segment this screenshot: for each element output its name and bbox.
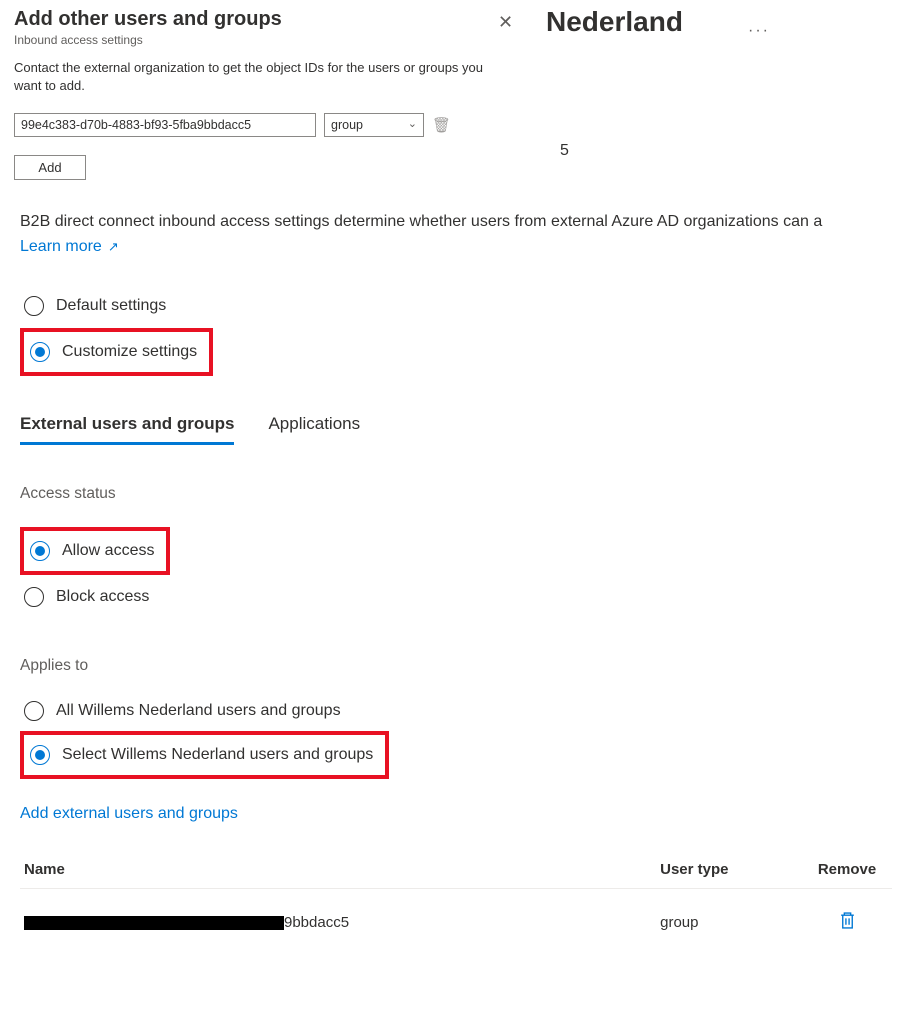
default-settings-option[interactable]: Default settings	[20, 290, 892, 322]
intro-text: B2B direct connect inbound access settin…	[20, 210, 892, 233]
radio-icon	[30, 541, 50, 561]
customize-settings-label: Customize settings	[62, 343, 197, 361]
object-id-input[interactable]	[14, 113, 316, 137]
org-name-heading: Nederland	[546, 6, 683, 38]
applies-select-label: Select Willems Nederland users and group…	[62, 746, 373, 764]
add-external-link[interactable]: Add external users and groups	[20, 805, 238, 823]
allow-access-option[interactable]: Allow access	[26, 535, 158, 567]
allow-access-label: Allow access	[62, 542, 154, 560]
tab-applications[interactable]: Applications	[268, 414, 360, 445]
chevron-down-icon: ⌄	[408, 117, 417, 130]
radio-icon	[24, 296, 44, 316]
col-remove-header: Remove	[802, 851, 892, 889]
row-type-cell: group	[656, 888, 802, 942]
member-type-select[interactable]: group ⌄	[324, 113, 424, 137]
default-settings-label: Default settings	[56, 297, 166, 315]
redacted-text	[24, 916, 284, 930]
applies-all-option[interactable]: All Willems Nederland users and groups	[20, 695, 892, 727]
applies-to-heading: Applies to	[20, 657, 892, 675]
more-actions-icon[interactable]: ···	[748, 22, 770, 40]
panel-instruction: Contact the external organization to get…	[14, 59, 504, 95]
tab-external-users[interactable]: External users and groups	[20, 414, 234, 445]
row-name-suffix: 9bbdacc5	[284, 914, 349, 931]
col-name-header[interactable]: Name	[20, 851, 656, 889]
radio-icon	[30, 342, 50, 362]
access-status-heading: Access status	[20, 485, 892, 503]
radio-icon	[30, 745, 50, 765]
member-type-value: group	[331, 118, 363, 132]
applies-select-option[interactable]: Select Willems Nederland users and group…	[26, 739, 377, 771]
row-name-cell: 9bbdacc5	[20, 888, 656, 942]
add-button[interactable]: Add	[14, 155, 86, 180]
learn-more-link[interactable]: Learn more ↗	[20, 238, 119, 256]
stray-char: 5	[560, 142, 569, 160]
customize-settings-option[interactable]: Customize settings	[26, 336, 201, 368]
radio-icon	[24, 587, 44, 607]
external-link-icon: ↗	[108, 239, 119, 255]
col-type-header[interactable]: User type	[656, 851, 802, 889]
trash-icon[interactable]	[839, 917, 856, 934]
block-access-option[interactable]: Block access	[20, 581, 892, 613]
close-panel-button[interactable]: ✕	[498, 12, 513, 33]
radio-icon	[24, 701, 44, 721]
delete-row-icon[interactable]: 🗑︎	[432, 116, 451, 134]
applies-all-label: All Willems Nederland users and groups	[56, 702, 341, 720]
learn-more-label: Learn more	[20, 238, 102, 256]
table-row[interactable]: 9bbdacc5 group	[20, 888, 892, 942]
block-access-label: Block access	[56, 588, 149, 606]
